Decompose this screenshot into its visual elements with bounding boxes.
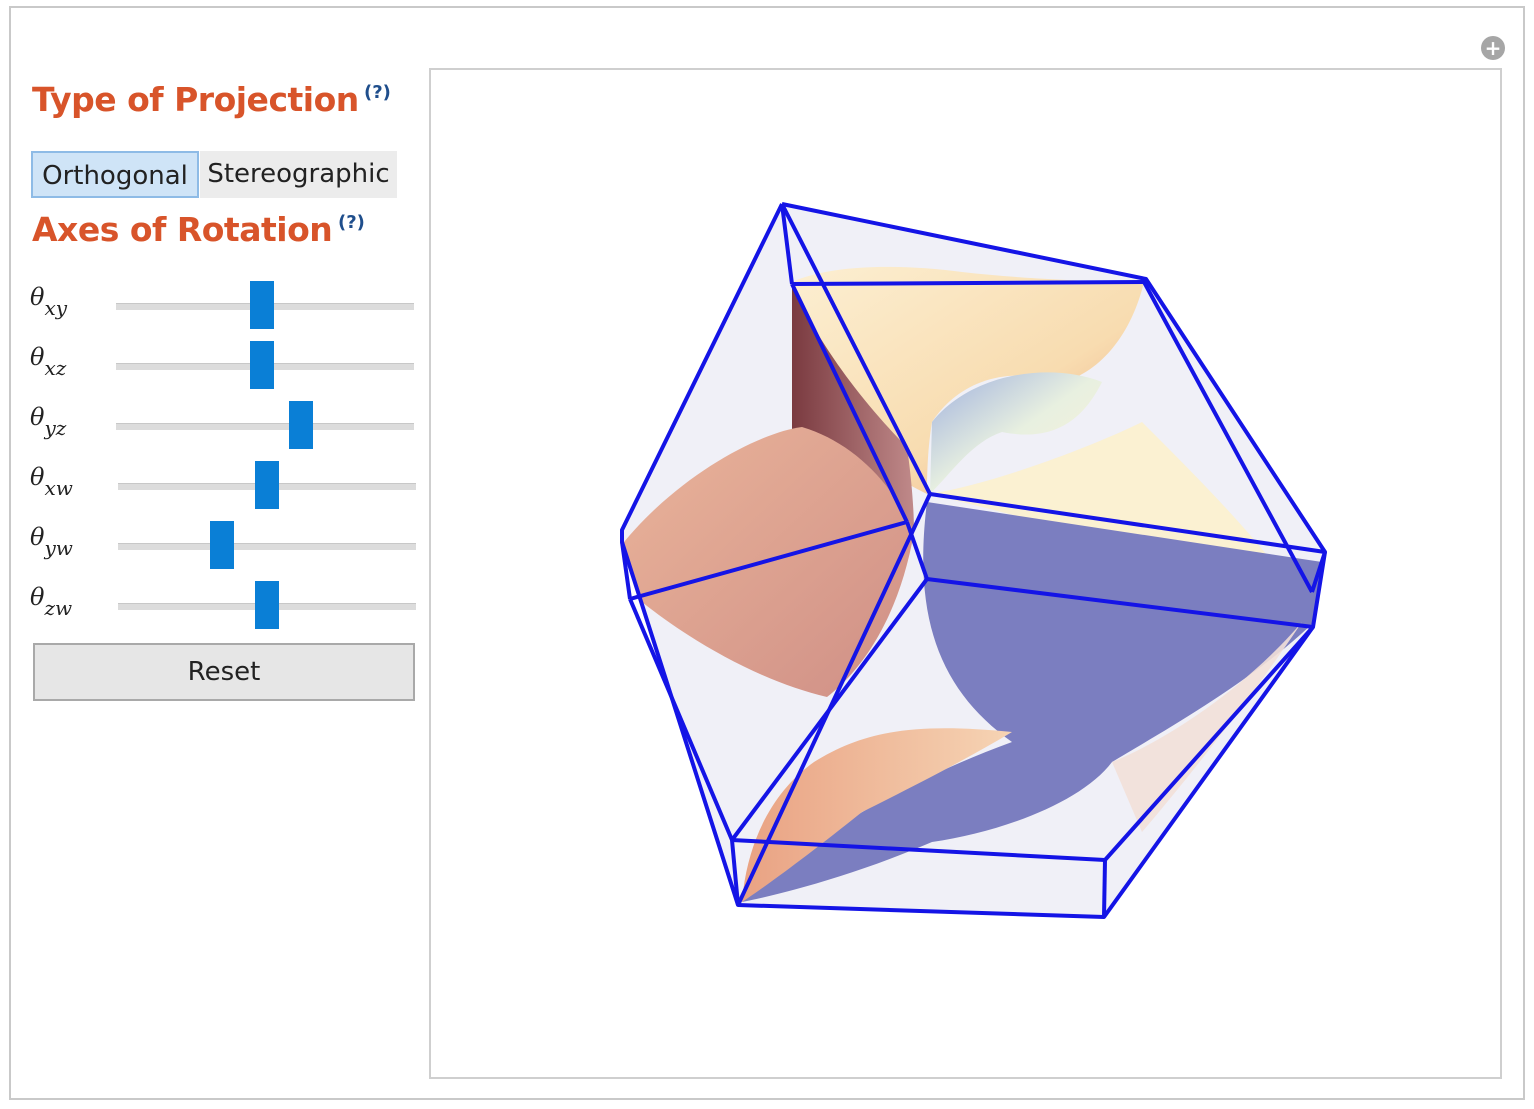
slider-label-theta-xw: θxw (30, 463, 73, 500)
projection-stereographic-button[interactable]: Stereographic (200, 151, 397, 198)
slider-thumb-theta-yw[interactable] (210, 521, 235, 569)
slider-track-theta-yw[interactable] (118, 543, 416, 550)
slider-label-theta-xz: θxz (30, 343, 67, 380)
expand-plus-icon[interactable]: + (1481, 36, 1505, 60)
reset-button[interactable]: Reset (33, 643, 415, 701)
slider-thumb-theta-zw[interactable] (255, 581, 279, 629)
slider-thumb-theta-xz[interactable] (250, 341, 275, 389)
slider-label-theta-xy: θxy (30, 283, 68, 320)
slider-track-theta-yz[interactable] (116, 423, 414, 430)
slider-thumb-theta-xy[interactable] (250, 281, 275, 329)
plot-panel[interactable] (429, 68, 1502, 1079)
tesseract-projection-graphic[interactable] (431, 70, 1500, 1077)
slider-theta-xz: θxz (30, 341, 420, 391)
projection-help-icon[interactable]: (?) (364, 82, 391, 103)
slider-theta-zw: θzw (30, 581, 420, 631)
slider-label-theta-zw: θzw (30, 583, 73, 620)
slider-theta-yw: θyw (30, 521, 420, 571)
slider-theta-xw: θxw (30, 461, 420, 511)
slider-theta-yz: θyz (30, 401, 420, 451)
rotation-title: Axes of Rotation (32, 210, 333, 249)
slider-thumb-theta-xw[interactable] (255, 461, 279, 509)
slider-label-theta-yw: θyw (30, 523, 73, 560)
projection-title: Type of Projection (32, 80, 359, 119)
projection-orthogonal-button[interactable]: Orthogonal (31, 151, 199, 198)
slider-label-theta-yz: θyz (30, 403, 67, 440)
slider-theta-xy: θxy (30, 281, 420, 331)
slider-thumb-theta-yz[interactable] (288, 401, 313, 449)
rotation-help-icon[interactable]: (?) (338, 212, 365, 233)
